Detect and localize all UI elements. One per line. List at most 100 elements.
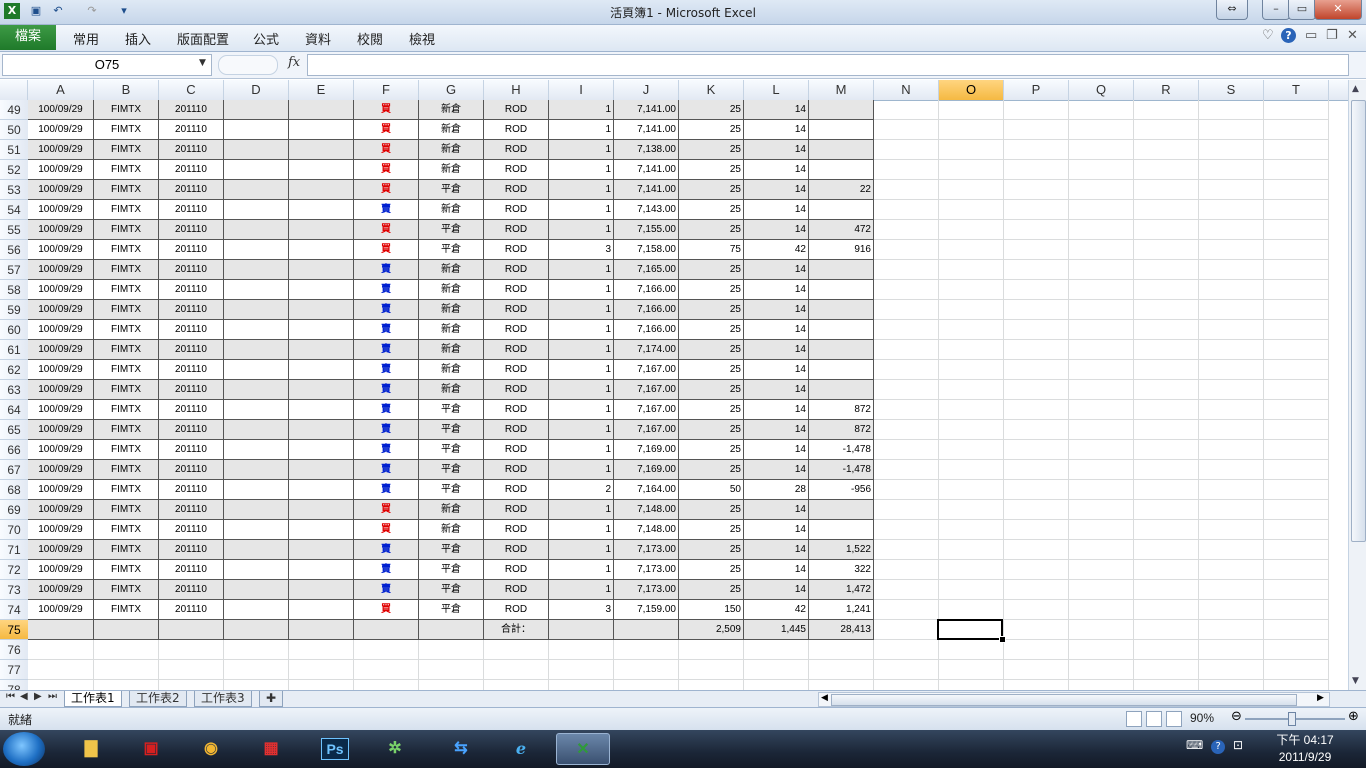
name-box-dropdown-icon[interactable]: ▼ <box>199 58 206 68</box>
cell-f56[interactable]: 買 <box>354 240 419 260</box>
cell-k62[interactable]: 25 <box>679 360 744 380</box>
cell-p73[interactable] <box>1004 580 1069 600</box>
keyboard-icon[interactable]: ⌨ <box>1186 738 1203 752</box>
photoshop-icon[interactable]: Ps <box>308 733 362 765</box>
cell-t70[interactable] <box>1264 520 1329 540</box>
cell-d74[interactable] <box>224 600 289 620</box>
column-header-b[interactable]: B <box>94 80 159 100</box>
cell-g57[interactable]: 新倉 <box>419 260 484 280</box>
cell-l66[interactable]: 14 <box>744 440 809 460</box>
cell-h59[interactable]: ROD <box>484 300 549 320</box>
cell-j78[interactable] <box>614 680 679 690</box>
ribbon-collapse-icon[interactable]: ♡ <box>1262 28 1274 43</box>
row-header-55[interactable]: 55 <box>0 220 28 240</box>
cell-a52[interactable]: 100/09/29 <box>28 160 94 180</box>
cell-c68[interactable]: 201110 <box>159 480 224 500</box>
cell-l61[interactable]: 14 <box>744 340 809 360</box>
cell-q74[interactable] <box>1069 600 1134 620</box>
cell-r55[interactable] <box>1134 220 1199 240</box>
cell-h72[interactable]: ROD <box>484 560 549 580</box>
row-header-70[interactable]: 70 <box>0 520 28 540</box>
cell-j54[interactable]: 7,143.00 <box>614 200 679 220</box>
cell-a73[interactable]: 100/09/29 <box>28 580 94 600</box>
cell-f57[interactable]: 賣 <box>354 260 419 280</box>
cell-j61[interactable]: 7,174.00 <box>614 340 679 360</box>
page-break-view-icon[interactable] <box>1166 711 1182 727</box>
cell-l76[interactable] <box>744 640 809 660</box>
cell-a62[interactable]: 100/09/29 <box>28 360 94 380</box>
cell-d77[interactable] <box>224 660 289 680</box>
cell-b60[interactable]: FIMTX <box>94 320 159 340</box>
cell-i51[interactable]: 1 <box>549 140 614 160</box>
column-header-d[interactable]: D <box>224 80 289 100</box>
cell-j50[interactable]: 7,141.00 <box>614 120 679 140</box>
cell-h76[interactable] <box>484 640 549 660</box>
cell-l50[interactable]: 14 <box>744 120 809 140</box>
cell-t52[interactable] <box>1264 160 1329 180</box>
cell-c54[interactable]: 201110 <box>159 200 224 220</box>
cell-o52[interactable] <box>939 160 1004 180</box>
row-header-65[interactable]: 65 <box>0 420 28 440</box>
cell-g72[interactable]: 平倉 <box>419 560 484 580</box>
cell-f52[interactable]: 買 <box>354 160 419 180</box>
prev-sheet-icon[interactable]: ◀ <box>20 691 28 702</box>
cell-i74[interactable]: 3 <box>549 600 614 620</box>
cell-o56[interactable] <box>939 240 1004 260</box>
cell-j62[interactable]: 7,167.00 <box>614 360 679 380</box>
cell-b50[interactable]: FIMTX <box>94 120 159 140</box>
cell-p61[interactable] <box>1004 340 1069 360</box>
cell-e65[interactable] <box>289 420 354 440</box>
cell-k51[interactable]: 25 <box>679 140 744 160</box>
cell-q53[interactable] <box>1069 180 1134 200</box>
cell-c71[interactable]: 201110 <box>159 540 224 560</box>
cell-p56[interactable] <box>1004 240 1069 260</box>
cell-k50[interactable]: 25 <box>679 120 744 140</box>
cell-g60[interactable]: 新倉 <box>419 320 484 340</box>
cell-c77[interactable] <box>159 660 224 680</box>
cell-f68[interactable]: 賣 <box>354 480 419 500</box>
cell-i60[interactable]: 1 <box>549 320 614 340</box>
cell-n57[interactable] <box>874 260 939 280</box>
cell-d65[interactable] <box>224 420 289 440</box>
cell-a59[interactable]: 100/09/29 <box>28 300 94 320</box>
column-header-c[interactable]: C <box>159 80 224 100</box>
cell-g66[interactable]: 平倉 <box>419 440 484 460</box>
cell-g73[interactable]: 平倉 <box>419 580 484 600</box>
cell-g74[interactable]: 平倉 <box>419 600 484 620</box>
cell-o62[interactable] <box>939 360 1004 380</box>
cell-f60[interactable]: 賣 <box>354 320 419 340</box>
cell-n72[interactable] <box>874 560 939 580</box>
cell-f65[interactable]: 賣 <box>354 420 419 440</box>
cell-g56[interactable]: 平倉 <box>419 240 484 260</box>
cell-p72[interactable] <box>1004 560 1069 580</box>
cell-n58[interactable] <box>874 280 939 300</box>
cell-s78[interactable] <box>1199 680 1264 690</box>
cell-m58[interactable] <box>809 280 874 300</box>
cell-c53[interactable]: 201110 <box>159 180 224 200</box>
row-header-50[interactable]: 50 <box>0 120 28 140</box>
cell-s70[interactable] <box>1199 520 1264 540</box>
cell-s74[interactable] <box>1199 600 1264 620</box>
cell-f67[interactable]: 賣 <box>354 460 419 480</box>
cell-e54[interactable] <box>289 200 354 220</box>
cell-t55[interactable] <box>1264 220 1329 240</box>
cell-m53[interactable]: 22 <box>809 180 874 200</box>
cell-n74[interactable] <box>874 600 939 620</box>
cell-q54[interactable] <box>1069 200 1134 220</box>
row-header-71[interactable]: 71 <box>0 540 28 560</box>
cell-i62[interactable]: 1 <box>549 360 614 380</box>
cell-d63[interactable] <box>224 380 289 400</box>
tab-view[interactable]: 檢視 <box>409 29 435 48</box>
cell-e71[interactable] <box>289 540 354 560</box>
cell-d70[interactable] <box>224 520 289 540</box>
cell-h60[interactable]: ROD <box>484 320 549 340</box>
cell-d78[interactable] <box>224 680 289 690</box>
cell-d55[interactable] <box>224 220 289 240</box>
cell-i52[interactable]: 1 <box>549 160 614 180</box>
cell-t58[interactable] <box>1264 280 1329 300</box>
cell-f75[interactable] <box>354 620 419 640</box>
cell-c75[interactable] <box>159 620 224 640</box>
row-header-60[interactable]: 60 <box>0 320 28 340</box>
minimize-button[interactable]: – <box>1262 0 1290 20</box>
cell-r56[interactable] <box>1134 240 1199 260</box>
